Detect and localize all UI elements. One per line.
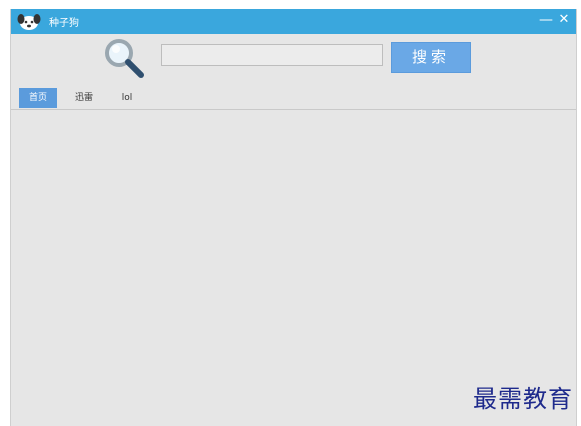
watermark-text: 最需教育 xyxy=(473,385,573,413)
minimize-button[interactable]: — xyxy=(538,11,554,29)
tab-home[interactable]: 首页 xyxy=(19,88,57,108)
dog-icon xyxy=(17,14,41,30)
search-input[interactable] xyxy=(161,44,383,66)
tab-bar: 首页 迅雷 lol xyxy=(11,86,576,110)
close-button[interactable]: ✕ xyxy=(556,11,572,29)
search-area: 搜索 xyxy=(11,34,576,86)
tab-lol[interactable]: lol xyxy=(109,88,145,108)
magnifier-icon xyxy=(105,39,144,78)
tab-xunlei[interactable]: 迅雷 xyxy=(65,88,103,108)
app-window: 种子狗 — ✕ 搜索 首页 迅雷 lol xyxy=(10,9,577,426)
search-button[interactable]: 搜索 xyxy=(391,42,471,73)
app-title: 种子狗 xyxy=(49,18,79,29)
title-bar[interactable]: 种子狗 — ✕ xyxy=(11,9,576,34)
